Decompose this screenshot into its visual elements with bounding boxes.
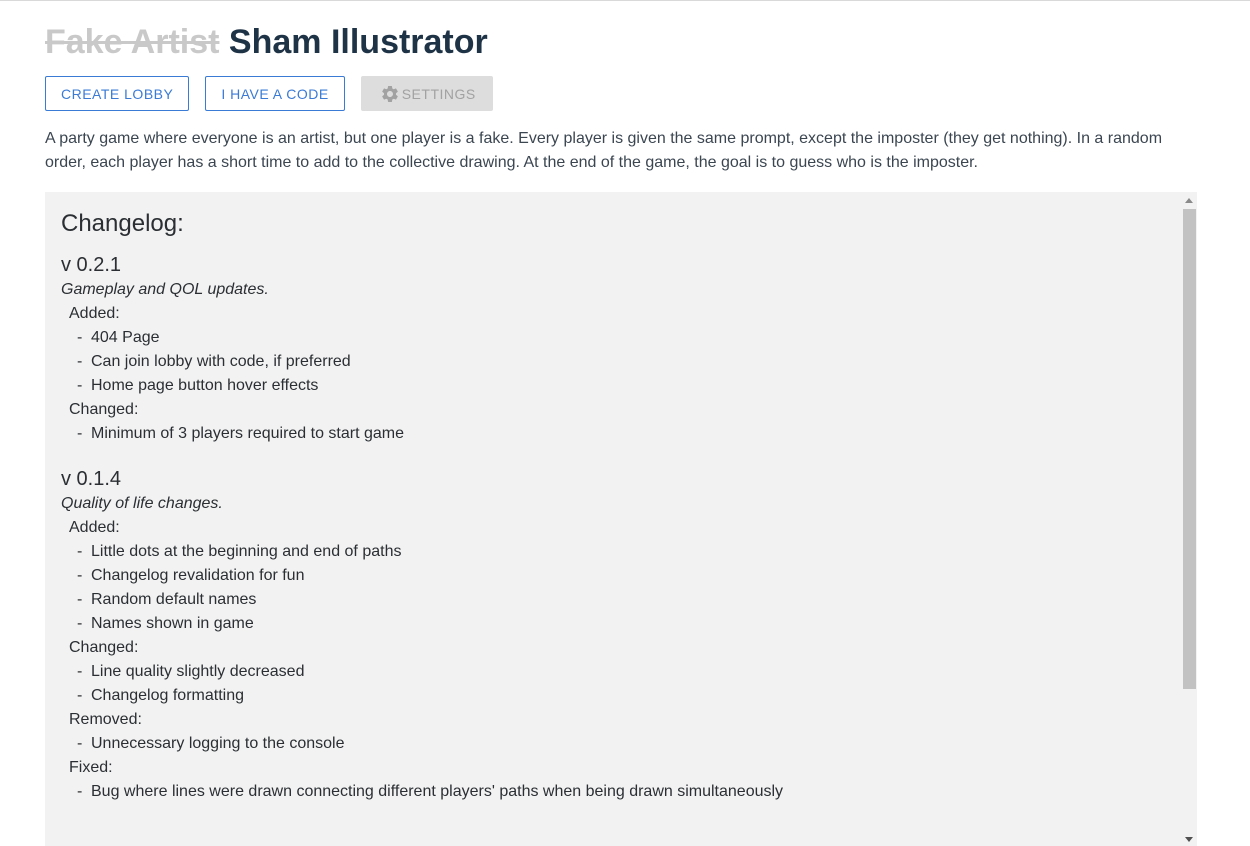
settings-button-label: SETTINGS <box>401 85 476 102</box>
list-item: - Changelog formatting <box>77 687 244 704</box>
version-entry: v 0.1.4 Quality of life changes. Added: … <box>61 466 1161 804</box>
group-label: Fixed: <box>69 759 113 776</box>
create-lobby-button[interactable]: CREATE LOBBY <box>45 76 190 111</box>
group-label: Changed: <box>69 639 139 656</box>
title-main-text: Sham Illustrator <box>228 23 488 61</box>
top-border <box>0 0 1250 1</box>
group-label: Removed: <box>69 711 142 728</box>
group-label: Added: <box>69 305 120 322</box>
scroll-thumb[interactable] <box>1183 209 1196 689</box>
list-item: - Can join lobby with code, if preferred <box>77 353 351 370</box>
list-item: - Changelog revalidation for fun <box>77 567 305 584</box>
list-item: - Minimum of 3 players required to start … <box>77 425 405 442</box>
title-struck-text: Fake Artist <box>45 23 220 61</box>
list-item: - Little dots at the beginning and end of… <box>77 543 402 560</box>
list-item: - Home page button hover effects <box>77 377 319 394</box>
group-label: Changed: <box>69 401 139 418</box>
changelog-scrollbar[interactable] <box>1181 192 1197 846</box>
changelog-content: Changelog: v 0.2.1 Gameplay and QOL upda… <box>61 210 1161 824</box>
version-title: v 0.1.4 <box>61 468 122 490</box>
action-buttons: CREATE LOBBY I HAVE A CODE SETTINGS <box>45 76 493 111</box>
gear-icon <box>381 85 398 102</box>
version-title: v 0.2.1 <box>61 254 122 276</box>
changelog-heading: Changelog: <box>61 210 184 237</box>
list-item: - Names shown in game <box>77 615 254 632</box>
list-item: - Line quality slightly decreased <box>77 663 305 680</box>
group-label: Added: <box>69 519 120 536</box>
scroll-down-arrow-icon[interactable] <box>1185 837 1193 842</box>
list-item: - Random default names <box>77 591 257 608</box>
have-code-button[interactable]: I HAVE A CODE <box>205 76 345 111</box>
scroll-up-arrow-icon[interactable] <box>1185 198 1193 203</box>
list-item: -404 Page <box>77 329 160 346</box>
page-title: Fake Artist Sham Illustrator <box>45 22 488 62</box>
list-item: - Bug where lines were drawn connecting d… <box>77 783 784 800</box>
version-subtitle: Quality of life changes. <box>61 495 223 512</box>
version-subtitle: Gameplay and QOL updates. <box>61 281 269 298</box>
game-description: A party game where everyone is an artist… <box>45 130 1163 171</box>
settings-button[interactable]: SETTINGS <box>360 76 493 111</box>
version-entry: v 0.2.1 Gameplay and QOL updates. Added:… <box>61 252 1161 446</box>
changelog-panel[interactable]: Changelog: v 0.2.1 Gameplay and QOL upda… <box>45 192 1197 846</box>
list-item: - Unnecessary logging to the console <box>77 735 345 752</box>
